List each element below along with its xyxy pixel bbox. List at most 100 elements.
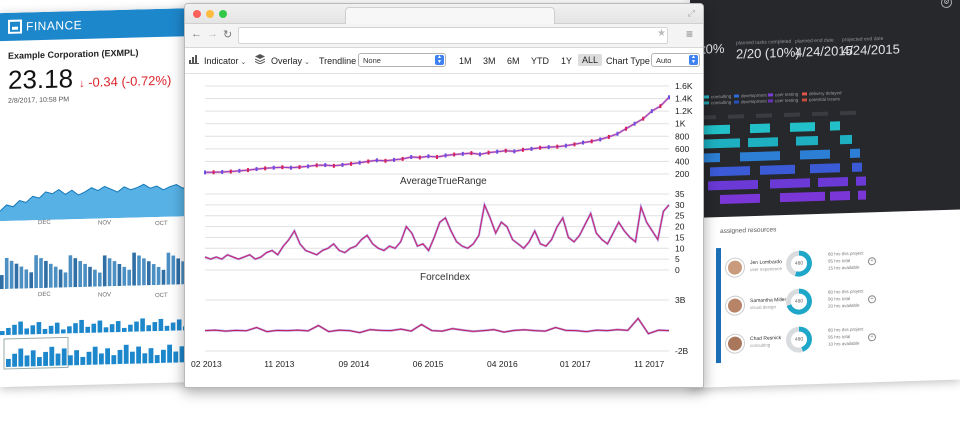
finance-app-panel: FINANCE Example Corporation (EXMPL) 23.1… [0, 8, 196, 388]
candle-mark [461, 151, 464, 156]
nav-bar-top [79, 319, 84, 334]
maximize-window-button[interactable] [219, 10, 227, 18]
close-window-button[interactable] [193, 10, 201, 18]
price-area-chart [0, 183, 196, 222]
axis-label: OCT [155, 220, 168, 228]
volume-bar-chart [0, 252, 195, 290]
nav-bar-top [97, 320, 103, 333]
volume-bar [122, 266, 127, 286]
resource-role: consulting [750, 342, 771, 349]
capacity-donut: 480 [786, 326, 812, 353]
candle-mark [668, 95, 670, 100]
resource-name: Samantha Miller [750, 296, 787, 305]
volume-bar [49, 263, 53, 288]
y-tick-label: 25 [675, 211, 685, 221]
nav-bar-bottom [92, 346, 98, 365]
legend-label: delivery delayed [809, 90, 842, 97]
nav-bar-top [109, 324, 115, 333]
axis-label: DEC [38, 219, 51, 227]
nav-bar-bottom [55, 353, 61, 366]
gantt-bar [780, 191, 825, 203]
nav-bar-top [48, 325, 54, 334]
candle-mark [204, 170, 206, 175]
y-tick-label: 20 [675, 222, 685, 232]
navigator-bar-chart[interactable] [0, 306, 196, 371]
bookmark-star-icon[interactable]: ★ [657, 28, 666, 39]
nav-bar-bottom [167, 344, 172, 363]
candle-mark [470, 151, 473, 156]
candle-mark [625, 126, 628, 131]
overlay-label: Overlay [271, 56, 303, 66]
resource-name: Jen Lombardo [750, 259, 782, 267]
axis-label: NOV [98, 220, 112, 227]
address-bar[interactable] [238, 27, 668, 44]
legend-item: consulting [704, 94, 731, 100]
indicator-menu[interactable]: Indicator ⌄ [204, 56, 246, 66]
y-tick-label: 1.6K [675, 81, 693, 91]
resource-role: user experience [750, 266, 783, 273]
nav-bar-top [134, 321, 139, 332]
gantt-bar [858, 190, 866, 200]
stat-value: t0% [702, 40, 725, 57]
add-icon[interactable]: + [868, 295, 876, 304]
chart-type-label: Chart Type [606, 56, 650, 66]
fullscreen-icon[interactable]: ⤢ [688, 8, 695, 19]
range-button-1m[interactable]: 1M [459, 56, 472, 66]
volume-bar [14, 263, 19, 289]
legend-item: potential issues [802, 96, 840, 102]
gantt-bar [852, 162, 862, 172]
nav-bar-top [61, 329, 66, 334]
avatar [726, 258, 744, 277]
y-tick-label: 3B [675, 295, 686, 305]
overlay-menu[interactable]: Overlay ⌄ [271, 56, 310, 66]
assigned-resources-title: assigned resources [720, 226, 777, 236]
reload-icon[interactable]: ↻ [223, 28, 232, 41]
nav-bar-bottom [6, 358, 11, 367]
stock-chart-area[interactable]: 200 400 600 800 1K 1.2K 1.4K 1.6K 0 5 10 15 20 25 30 35… [185, 76, 703, 387]
candle-mark [564, 143, 567, 148]
nav-bar-top [6, 327, 11, 335]
range-button-1y[interactable]: 1Y [561, 56, 572, 66]
nav-bar-top [158, 318, 164, 331]
gantt-bar [850, 148, 860, 158]
candle-mark [375, 158, 378, 163]
candle-mark [410, 155, 413, 160]
range-button-all[interactable]: ALL [578, 54, 603, 66]
candle-mark [298, 165, 301, 170]
minimize-window-button[interactable] [206, 10, 214, 18]
nav-bar-bottom [161, 349, 166, 363]
x-tick-label: 01 2017 [560, 359, 591, 369]
nav-bar-bottom [99, 353, 104, 365]
gantt-bar [700, 124, 730, 135]
volume-bar [127, 269, 132, 286]
candle-mark [650, 109, 653, 114]
nav-bar-top [42, 328, 48, 335]
nav-bar-bottom [136, 346, 141, 364]
hours-value: 480 [791, 331, 807, 348]
candle-mark [341, 162, 344, 167]
range-button-ytd[interactable]: YTD [531, 56, 549, 66]
nav-bar-top [128, 324, 133, 332]
gantt-bar [818, 177, 848, 187]
resource-card[interactable]: Chad Resnick consulting 480 80 hrs this … [716, 322, 876, 367]
legend-item: development [734, 93, 767, 99]
candle-mark [212, 170, 215, 175]
forward-icon[interactable]: → [207, 28, 218, 40]
back-icon[interactable]: ← [191, 28, 202, 40]
candle-mark [556, 144, 559, 149]
browser-tab[interactable] [345, 7, 555, 24]
settings-icon[interactable]: ⚙ [941, 0, 952, 9]
add-icon[interactable]: + [868, 257, 876, 266]
capacity-donut: 480 [786, 288, 812, 315]
gantt-column-header [840, 110, 856, 116]
add-icon[interactable]: + [868, 333, 876, 342]
legend-item: development [734, 99, 767, 105]
chart-type-select[interactable]: Auto ▲ ▼ [651, 53, 700, 67]
range-button-6m[interactable]: 6M [507, 56, 520, 66]
range-button-3m[interactable]: 3M [483, 56, 496, 66]
menu-icon[interactable]: ≡ [686, 27, 693, 41]
candle-mark [478, 152, 481, 157]
trendline-select[interactable]: None ▲ ▼ [358, 53, 446, 67]
gantt-bar [790, 122, 815, 132]
volume-bar [34, 255, 38, 289]
